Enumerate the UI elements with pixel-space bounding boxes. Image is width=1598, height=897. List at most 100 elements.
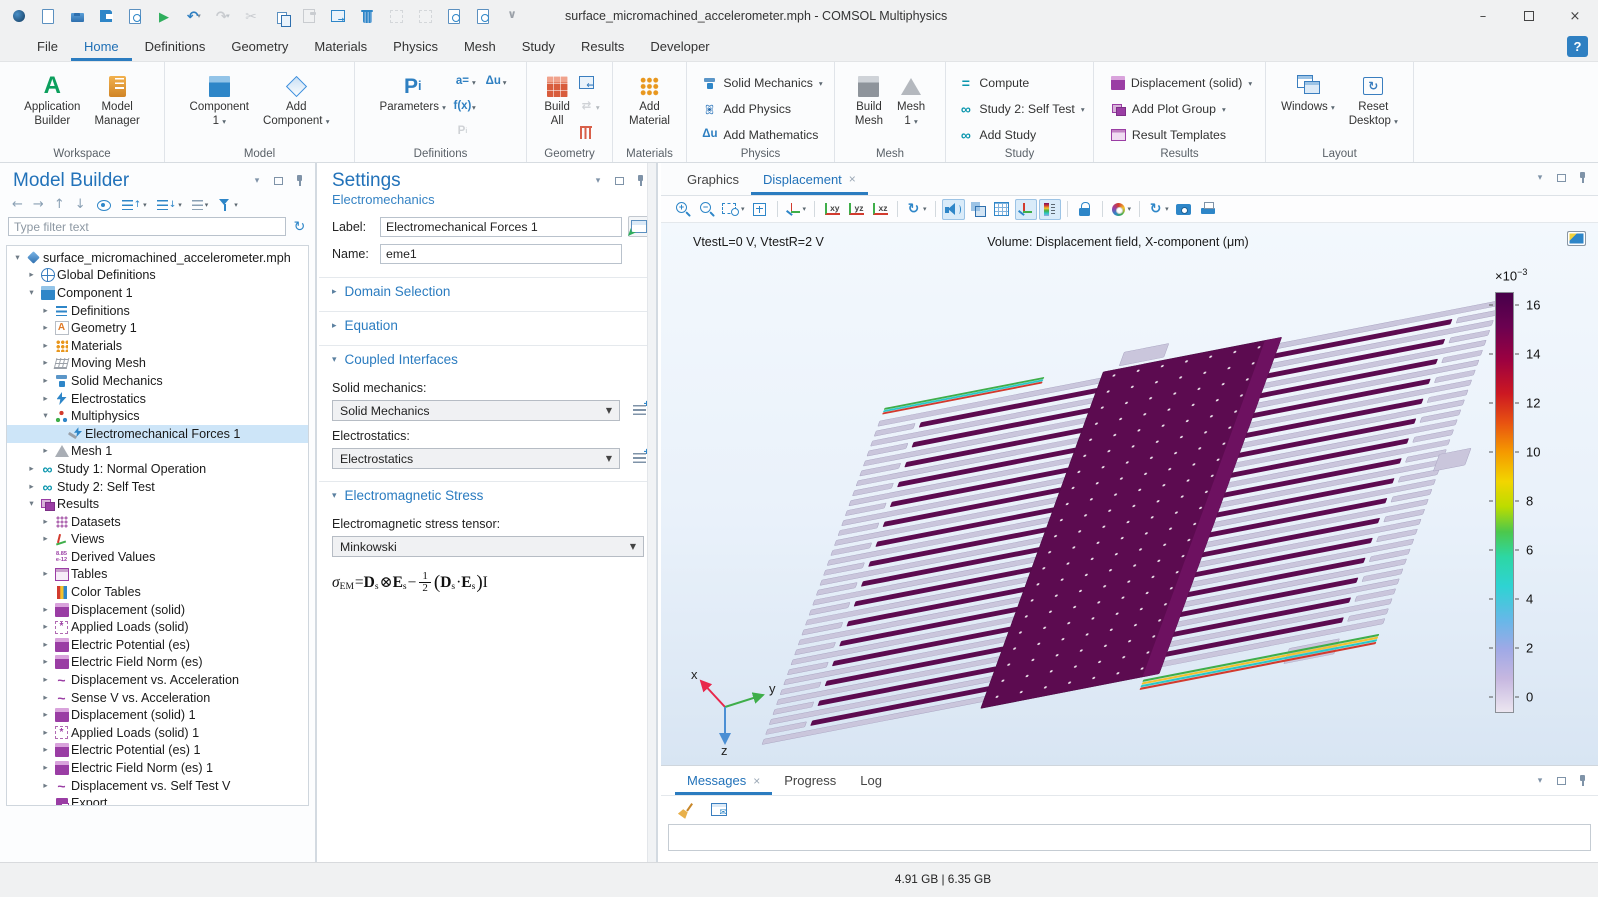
panel-menu-icon[interactable]: ▾: [592, 175, 604, 187]
expander-closed-icon[interactable]: ▸: [39, 693, 52, 703]
nonlocal-couplings-button[interactable]: Δu▾: [486, 75, 507, 90]
section-electromagnetic-stress[interactable]: ▾ Electromagnetic Stress: [319, 481, 656, 509]
move-up-button[interactable]: ↑: [54, 197, 65, 212]
expander-closed-icon[interactable]: ▸: [25, 464, 38, 474]
find-button[interactable]: [443, 5, 465, 27]
name-input[interactable]: [380, 244, 622, 264]
expander-closed-icon[interactable]: ▸: [39, 306, 52, 316]
tree-item-electric-potential-es-1[interactable]: ▸Electric Potential (es) 1: [7, 742, 308, 760]
tree-item-displacement-solid[interactable]: ▸Displacement (solid): [7, 601, 308, 619]
tree-item-study-1-normal-operation[interactable]: ▸∞Study 1: Normal Operation: [7, 460, 308, 478]
expander-closed-icon[interactable]: ▸: [39, 640, 52, 650]
zoom-extents-button[interactable]: [749, 199, 771, 220]
add-component-button[interactable]: AddComponent ▾: [258, 69, 334, 130]
expander-closed-icon[interactable]: ▸: [39, 745, 52, 755]
delete-button[interactable]: [356, 5, 378, 27]
solid-mechanics-dropdown[interactable]: Solid Mechanics ▼: [332, 400, 620, 421]
tree-item-displacement-solid-1[interactable]: ▸Displacement (solid) 1: [7, 706, 308, 724]
expander-closed-icon[interactable]: ▸: [39, 394, 52, 404]
view-xy-button[interactable]: xy: [821, 199, 843, 220]
tree-item-geometry-1[interactable]: ▸AGeometry 1: [7, 319, 308, 337]
section-domain-selection[interactable]: ▸ Domain Selection: [319, 277, 656, 305]
duplicate-button[interactable]: [327, 5, 349, 27]
functions-button[interactable]: f(x)▾: [455, 100, 476, 115]
pin-panel-icon[interactable]: [1576, 172, 1588, 184]
add-material-button[interactable]: AddMaterial: [624, 69, 675, 130]
pin-panel-icon[interactable]: [293, 175, 305, 187]
label-input[interactable]: [380, 217, 622, 237]
tree-item-tables[interactable]: ▸Tables: [7, 566, 308, 584]
expander-closed-icon[interactable]: ▸: [39, 358, 52, 368]
float-panel-icon[interactable]: [1555, 172, 1567, 184]
panel-menu-icon[interactable]: ▾: [251, 175, 263, 187]
tree-item-displacement-vs-acceleration[interactable]: ▸~Displacement vs. Acceleration: [7, 671, 308, 689]
menu-item-definitions[interactable]: Definitions: [132, 32, 219, 61]
expander-closed-icon[interactable]: ▸: [39, 323, 52, 333]
plot-update-button[interactable]: ↻▾: [1146, 199, 1171, 220]
run-button[interactable]: ▶: [153, 5, 175, 27]
add-physics-button[interactable]: Add Physics: [702, 97, 822, 121]
filter-input[interactable]: [8, 217, 286, 236]
save-button[interactable]: [95, 5, 117, 27]
tree-item-multiphysics[interactable]: ▾Multiphysics: [7, 407, 308, 425]
build-mesh-button[interactable]: BuildMesh: [850, 69, 888, 130]
section-equation[interactable]: ▸ Equation: [319, 311, 656, 339]
messages-tab-messages[interactable]: Messages×: [675, 766, 772, 795]
tree-item-electric-field-norm-es[interactable]: ▸Electric Field Norm (es): [7, 654, 308, 672]
menu-item-mesh[interactable]: Mesh: [451, 32, 509, 61]
view-lock-button[interactable]: [1074, 199, 1096, 220]
tree-item-electric-field-norm-es-1[interactable]: ▸Electric Field Norm (es) 1: [7, 759, 308, 777]
expander-closed-icon[interactable]: ▸: [25, 270, 38, 280]
tree-item-materials[interactable]: ▸Materials: [7, 337, 308, 355]
reset-desktop-button[interactable]: ↻ResetDesktop ▾: [1344, 69, 1403, 130]
tree-item-views[interactable]: ▸Views: [7, 531, 308, 549]
expander-open-icon[interactable]: ▾: [25, 499, 38, 509]
import-geometry-button[interactable]: [579, 75, 594, 90]
comsol-logo-button[interactable]: [8, 5, 30, 27]
model-manager-button[interactable]: ModelManager: [89, 69, 144, 130]
expander-closed-icon[interactable]: ▸: [39, 569, 52, 579]
collapse-all-button[interactable]: ↓▾: [157, 200, 182, 210]
expander-closed-icon[interactable]: ▸: [39, 605, 52, 615]
tree-item-global-definitions[interactable]: ▸Global Definitions: [7, 267, 308, 285]
menu-item-physics[interactable]: Physics: [380, 32, 451, 61]
variables-button[interactable]: a=▾: [455, 75, 476, 90]
tree-item-derived-values[interactable]: 8.85e-12Derived Values: [7, 548, 308, 566]
tree-item-sense-v-vs-acceleration[interactable]: ▸~Sense V vs. Acceleration: [7, 689, 308, 707]
speaker-button[interactable]: [942, 199, 965, 220]
component-1-button[interactable]: Component1 ▾: [185, 69, 254, 130]
back-button[interactable]: ←: [12, 197, 23, 212]
move-down-button[interactable]: ↓: [75, 197, 86, 212]
rotate-button[interactable]: ↻▾: [904, 199, 929, 220]
open-in-window-button[interactable]: [708, 799, 730, 820]
parameters-button[interactable]: PiParameters ▾: [375, 69, 451, 117]
tree-item-electrostatics[interactable]: ▸Electrostatics: [7, 390, 308, 408]
tree-item-solid-mechanics[interactable]: ▸Solid Mechanics: [7, 372, 308, 390]
tree-item-datasets[interactable]: ▸Datasets: [7, 513, 308, 531]
float-panel-icon[interactable]: [1555, 775, 1567, 787]
forward-button[interactable]: →: [33, 197, 44, 212]
tree-item-electric-potential-es[interactable]: ▸Electric Potential (es): [7, 636, 308, 654]
expander-closed-icon[interactable]: ▸: [39, 446, 52, 456]
search-file-button[interactable]: [472, 5, 494, 27]
new-file-button[interactable]: [37, 5, 59, 27]
tree-item-component-1[interactable]: ▾Component 1: [7, 284, 308, 302]
tree-item-displacement-vs-self-test-v[interactable]: ▸~Displacement vs. Self Test V: [7, 777, 308, 795]
application-builder-button[interactable]: AApplicationBuilder: [19, 69, 85, 130]
expander-closed-icon[interactable]: ▸: [39, 657, 52, 667]
expander-open-icon[interactable]: ▾: [11, 253, 24, 263]
tree-item-color-tables[interactable]: Color Tables: [7, 583, 308, 601]
pin-panel-icon[interactable]: [634, 175, 646, 187]
messages-output[interactable]: [668, 824, 1591, 851]
messages-tab-log[interactable]: Log: [848, 766, 894, 795]
panel-menu-icon[interactable]: ▾: [1534, 172, 1546, 184]
zoom-box-button[interactable]: ▾: [720, 199, 747, 220]
expander-closed-icon[interactable]: ▸: [39, 763, 52, 773]
add-plot-group-button[interactable]: Add Plot Group▾: [1111, 97, 1252, 121]
expander-open-icon[interactable]: ▾: [39, 411, 52, 421]
menu-item-file[interactable]: File: [24, 32, 71, 61]
undo-button[interactable]: ↶▾: [182, 5, 204, 27]
tree-item-surface-micromachined-accelerometer-mph[interactable]: ▾surface_micromachined_accelerometer.mph: [7, 249, 308, 267]
expander-closed-icon[interactable]: ▸: [39, 622, 52, 632]
windows-button[interactable]: Windows ▾: [1276, 69, 1340, 117]
